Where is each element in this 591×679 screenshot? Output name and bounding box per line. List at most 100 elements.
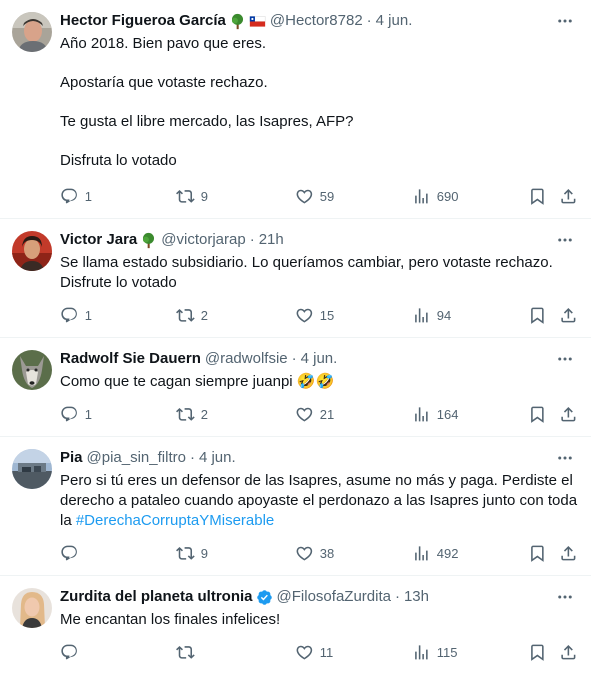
like-button[interactable]: 59: [295, 186, 334, 206]
more-icon[interactable]: [553, 448, 577, 468]
verified-badge-icon: [256, 589, 273, 606]
reply-button[interactable]: [60, 543, 85, 563]
author-name[interactable]: Hector Figueroa García: [60, 11, 226, 31]
reply-icon: [60, 544, 79, 563]
dot-separator: ·: [189, 449, 195, 466]
views-count: 690: [436, 188, 459, 204]
more-icon[interactable]: [553, 349, 577, 369]
dot-separator: ·: [291, 350, 297, 367]
avatar[interactable]: [12, 12, 52, 52]
author-handle[interactable]: @radwolfsie: [205, 349, 288, 369]
timestamp[interactable]: 21h: [259, 230, 284, 250]
share-icon: [559, 405, 578, 424]
like-count: 15: [319, 307, 335, 323]
tweet-1[interactable]: Hector Figueroa García @Hector8782 · 4 j…: [0, 0, 591, 219]
repost-button[interactable]: 2: [176, 305, 208, 325]
like-button[interactable]: 11: [295, 642, 333, 662]
tweet-text: Se llama estado subsidiario. Lo queríamo…: [60, 254, 553, 291]
repost-button[interactable]: 2: [176, 404, 208, 424]
more-icon[interactable]: [553, 587, 577, 607]
like-count: 11: [319, 644, 334, 660]
reply-icon: [60, 405, 79, 424]
views-button[interactable]: 94: [412, 305, 451, 325]
views-button[interactable]: 115: [412, 642, 457, 662]
like-button[interactable]: 21: [295, 404, 334, 424]
repost-icon: [176, 643, 195, 662]
tweet-3[interactable]: Radwolf Sie Dauern @radwolfsie · 4 jun. …: [0, 338, 591, 437]
avatar[interactable]: [12, 231, 52, 271]
dot-separator: ·: [394, 588, 400, 605]
bookmark-button[interactable]: [528, 543, 547, 563]
heart-icon: [295, 306, 314, 325]
like-count: 59: [319, 188, 335, 204]
heart-icon: [295, 405, 314, 424]
timestamp[interactable]: 13h: [404, 587, 429, 607]
more-icon[interactable]: [553, 11, 577, 31]
author-name[interactable]: Victor Jara: [60, 230, 137, 250]
tweet-2[interactable]: Victor Jara @victorjarap · 21h Se llama …: [0, 219, 591, 338]
views-button[interactable]: 690: [412, 186, 458, 206]
tweet-text: Como que te cagan siempre juanpi 🤣🤣: [60, 373, 335, 390]
timestamp[interactable]: 4 jun.: [301, 349, 338, 369]
repost-button[interactable]: [176, 642, 195, 662]
views-count: 115: [436, 644, 458, 660]
views-count: 492: [436, 545, 459, 561]
timestamp[interactable]: 4 jun.: [376, 11, 413, 31]
reply-button[interactable]: 1: [60, 404, 92, 424]
bookmark-button[interactable]: [528, 404, 547, 424]
bookmark-button[interactable]: [528, 305, 547, 325]
views-icon: [412, 306, 431, 325]
share-button[interactable]: [559, 543, 578, 563]
bookmark-icon: [528, 643, 547, 662]
avatar[interactable]: [12, 449, 52, 489]
tweet-actions: 1 2 21 164: [60, 404, 580, 424]
tree-emoji: [229, 13, 246, 30]
timestamp[interactable]: 4 jun.: [199, 448, 236, 468]
tweet-actions: 9 38 492: [60, 543, 580, 563]
reply-icon: [60, 643, 79, 662]
tweet-text: Pero si tú eres un defensor de las Isapr…: [60, 471, 580, 531]
repost-button[interactable]: 9: [176, 186, 208, 206]
like-button[interactable]: 38: [295, 543, 334, 563]
share-button[interactable]: [559, 404, 578, 424]
repost-icon: [176, 544, 195, 563]
views-button[interactable]: 492: [412, 543, 458, 563]
avatar[interactable]: [12, 350, 52, 390]
author-name[interactable]: Radwolf Sie Dauern: [60, 349, 201, 369]
like-count: 38: [319, 545, 335, 561]
reply-button[interactable]: 1: [60, 186, 92, 206]
author-name[interactable]: Zurdita del planeta ultronia: [60, 587, 253, 607]
share-button[interactable]: [559, 305, 578, 325]
tweet-paragraph: Disfruta lo votado: [60, 152, 177, 169]
tweet-4[interactable]: Pia @pia_sin_filtro · 4 jun. Pero si tú …: [0, 437, 591, 576]
reply-button[interactable]: [60, 642, 79, 662]
bookmark-button[interactable]: [528, 186, 547, 206]
repost-icon: [176, 187, 195, 206]
share-button[interactable]: [559, 642, 578, 662]
author-handle[interactable]: @FilosofaZurdita: [277, 587, 391, 607]
tweet-actions: 1 2 15 94: [60, 305, 580, 325]
like-button[interactable]: 15: [295, 305, 334, 325]
repost-button[interactable]: 9: [176, 543, 208, 563]
author-name[interactable]: Pia: [60, 448, 83, 468]
avatar[interactable]: [12, 588, 52, 628]
heart-icon: [295, 187, 314, 206]
author-handle[interactable]: @victorjarap: [161, 230, 245, 250]
repost-icon: [176, 405, 195, 424]
author-handle[interactable]: @pia_sin_filtro: [87, 448, 186, 468]
dot-separator: ·: [366, 12, 372, 29]
reply-count: 1: [84, 188, 92, 204]
share-button[interactable]: [559, 186, 578, 206]
views-button[interactable]: 164: [412, 404, 458, 424]
hashtag-link[interactable]: #DerechaCorruptaYMiserable: [76, 512, 274, 529]
like-count: 21: [319, 406, 335, 422]
more-icon[interactable]: [553, 230, 577, 250]
reply-count: 1: [84, 307, 92, 323]
bookmark-button[interactable]: [528, 642, 547, 662]
reply-button[interactable]: 1: [60, 305, 92, 325]
tweet-paragraph: Año 2018. Bien pavo que eres.: [60, 35, 266, 52]
author-handle[interactable]: @Hector8782: [270, 11, 363, 31]
tweet-text: Año 2018. Bien pavo que eres. Apostaría …: [60, 34, 580, 171]
share-icon: [559, 306, 578, 325]
tweet-5[interactable]: Zurdita del planeta ultronia @FilosofaZu…: [0, 576, 591, 679]
